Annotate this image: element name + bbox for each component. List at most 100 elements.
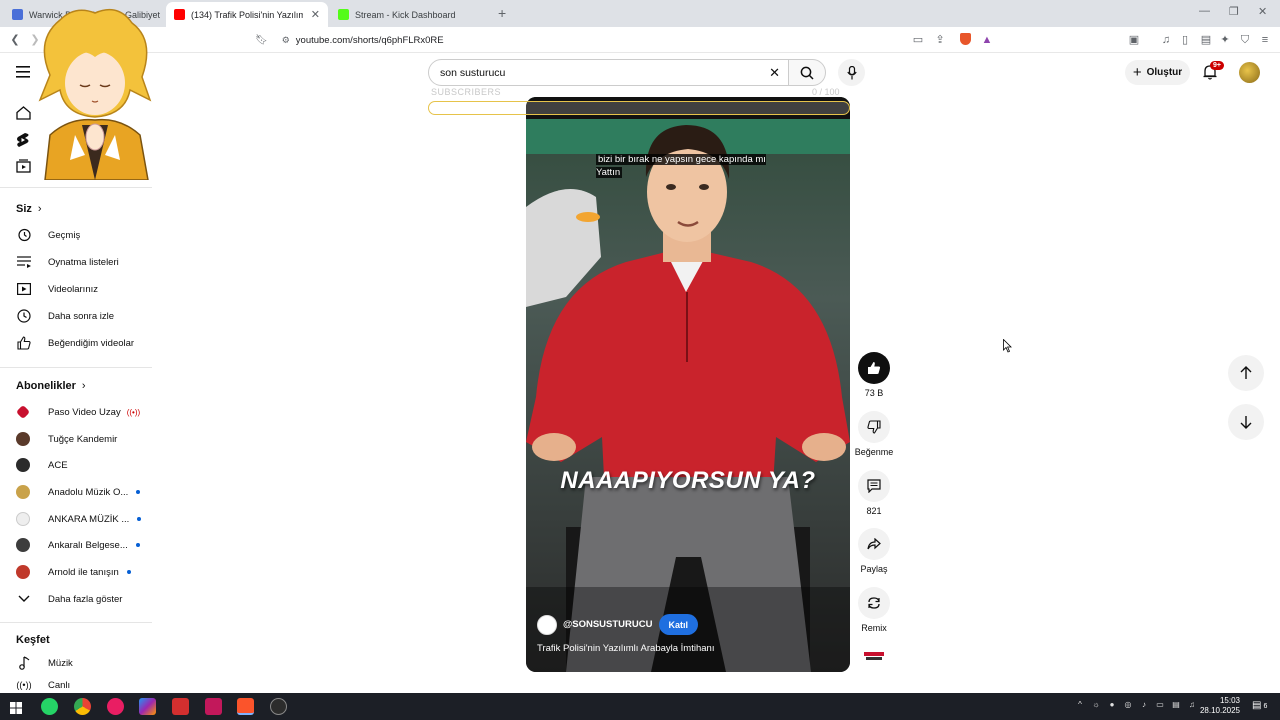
comments-button[interactable]: 821 [852,470,896,516]
mic-icon [846,65,857,79]
show-more-label: Daha fazla göster [48,593,123,605]
subscription-item[interactable]: ACE [16,453,151,477]
subscription-item[interactable]: Ankaralı Belgese... [16,533,151,557]
app-red-icon[interactable] [172,698,189,715]
sidebar-item-live[interactable]: ((•)) Canlı [16,677,151,693]
obs-icon[interactable] [270,698,287,715]
back-icon[interactable]: ❮ [8,33,22,47]
subscriptions-icon[interactable] [16,159,31,178]
brave-shield-icon[interactable] [958,33,972,47]
subscriptions-heading[interactable]: Abonelikler › [16,380,86,392]
reader-icon[interactable]: ▣ [1127,33,1141,47]
sidebar-item-your-videos[interactable]: Videolarınız [16,277,151,301]
sidebar-toggle-icon[interactable]: ▯ [1178,33,1192,47]
channel-avatar [16,538,30,552]
cast-icon[interactable]: ▭ [911,33,925,47]
tray-overflow-icon[interactable]: ^ [1075,700,1085,710]
browser-tab-3[interactable]: Stream - Kick Dashboard [330,2,492,27]
audio-thumbnail-icon[interactable] [862,650,886,664]
channel-label: Arnold ile tanışın [48,566,119,578]
vpn-icon[interactable]: ⛉ [1238,33,1252,47]
notifications-button[interactable]: 9+ [1203,61,1224,85]
shorts-video-player[interactable] [526,97,850,672]
caption-text: bizi bir bırak ne yapsın gece kapında mı… [596,154,766,178]
sidebar-item-music[interactable]: Müzik [16,651,151,675]
rewards-icon[interactable]: ▲ [980,33,994,47]
channel-avatar [16,512,30,526]
tray-icon[interactable]: ☼ [1091,700,1101,710]
tray-icon[interactable]: ● [1107,700,1117,710]
account-avatar[interactable] [1239,62,1260,83]
share-page-icon[interactable]: ⇪ [933,33,947,47]
search-button[interactable] [788,59,826,86]
sidebar-item-playlists[interactable]: Oynatma listeleri [16,250,151,274]
subscription-item[interactable]: Paso Video Uzay ((•)) [15,400,151,424]
share-icon [858,528,890,560]
channel-row: @SONSUSTURUCU Katıl [537,614,699,635]
media-player-icon[interactable] [107,698,124,715]
media-icon[interactable]: ♫ [1159,33,1173,47]
channel-name[interactable]: @SONSUSTURUCU [563,619,653,630]
sidebar-item-liked-videos[interactable]: Beğendiğim videolar [16,331,151,355]
copilot-icon[interactable] [139,698,156,715]
chrome-icon[interactable] [74,698,91,715]
channel-label: Anadolu Müzik O... [48,486,129,498]
subscription-item[interactable]: Tuğçe Kandemir [16,427,151,451]
like-button[interactable]: 73 B [852,352,896,398]
sidebar-item-watch-later[interactable]: Daha sonra izle [16,304,151,328]
tray-icon[interactable]: ▭ [1155,700,1165,710]
tray-icon[interactable]: ◎ [1123,700,1133,710]
video-title[interactable]: Trafik Polisi'nin Yazılımlı Arabayla İmt… [537,643,714,654]
notification-center-icon[interactable]: ▤ 6 [1252,700,1267,711]
minimize-icon[interactable]: — [1199,5,1210,17]
remix-label: Remix [861,623,887,633]
hamburger-menu-icon[interactable] [16,65,30,83]
windows-taskbar: ^ ☼ ● ◎ ♪ ▭ ▤ ♫ 15:03 28.10.2025 ▤ 6 [0,693,1280,720]
channel-avatar [16,458,30,472]
bookmark-icon[interactable]: 🔖︎ [255,35,268,46]
join-button[interactable]: Katıl [658,614,699,635]
video-overlay-text: NAAAPIYORSUN YA? [560,467,816,494]
address-bar[interactable]: 🔖︎ ⚙ youtube.com/shorts/q6phFLRx0RE [255,29,1025,51]
home-icon[interactable] [16,106,31,125]
remix-button[interactable]: Remix [852,587,896,633]
create-button[interactable]: + Oluştur [1125,60,1190,85]
next-short-button[interactable] [1228,404,1264,440]
search-input[interactable]: son susturucu ✕ [428,59,790,86]
close-window-icon[interactable]: ✕ [1258,5,1267,18]
wallet-icon[interactable]: ▤ [1199,33,1213,47]
sidebar-item-label: Beğendiğim videolar [48,337,135,349]
voice-search-button[interactable] [838,59,865,86]
sidebar-item-label: Daha sonra izle [48,310,115,322]
site-info-icon[interactable]: ⚙ [282,35,290,46]
channel-label: ANKARA MÜZİK ... [48,513,130,525]
sidebar-item-history[interactable]: Geçmiş [16,223,151,247]
new-tab-icon[interactable]: + [498,5,506,21]
channel-avatar[interactable] [537,614,557,635]
app-v-icon[interactable] [205,698,222,715]
show-more-button[interactable]: Daha fazla göster [16,587,151,611]
leo-ai-icon[interactable]: ✦ [1218,33,1232,47]
subscription-item[interactable]: Arnold ile tanışın [16,560,151,584]
subscription-item[interactable]: Anadolu Müzik O... [16,480,151,504]
you-section-heading[interactable]: Siz › [16,203,42,215]
sidebar-item-label: Videolarınız [48,283,98,295]
share-button[interactable]: Paylaş [852,528,896,574]
restore-icon[interactable]: ❐ [1229,5,1239,18]
system-clock[interactable]: 15:03 28.10.2025 [1200,696,1240,716]
windows-start-icon[interactable] [10,701,22,719]
browser-tab-2[interactable]: (134) Trafik Polisi'nin Yazılımlı ✕ [166,2,328,27]
brave-taskbar-icon[interactable] [237,698,254,715]
dislike-button[interactable]: Beğenme [852,411,896,457]
shorts-icon[interactable] [16,132,30,153]
network-icon[interactable]: ▤ [1171,700,1181,710]
mic-tray-icon[interactable]: ♪ [1139,700,1149,710]
menu-icon[interactable]: ≡ [1258,33,1272,47]
volume-icon[interactable]: ♫ [1187,700,1197,710]
notification-count: 6 [1263,703,1268,710]
whatsapp-icon[interactable] [41,698,58,715]
close-tab-icon[interactable]: ✕ [305,8,320,21]
previous-short-button[interactable] [1228,355,1264,391]
clear-search-icon[interactable]: ✕ [769,65,780,81]
subscription-item[interactable]: ANKARA MÜZİK ... [16,507,151,531]
